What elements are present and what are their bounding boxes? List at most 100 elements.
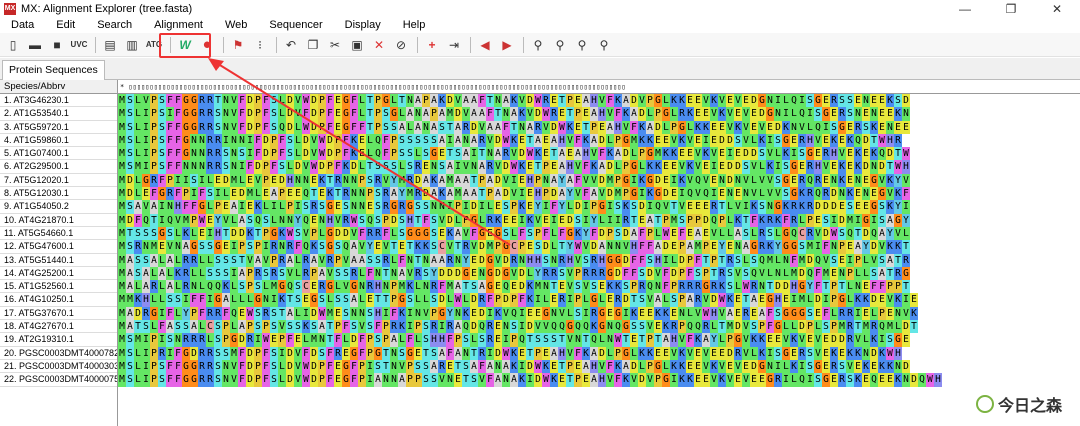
mark-icon[interactable]: ⁝: [250, 35, 270, 55]
copy-icon[interactable]: ❐: [303, 35, 323, 55]
sequence-name[interactable]: 8. AT5G12030.1: [0, 187, 117, 201]
sequence-row[interactable]: MATSLFASSALCSPLAPSPSVSSKSATPFSVSFPRKIPSR…: [118, 320, 1080, 334]
residue: E: [822, 94, 830, 108]
menu-alignment[interactable]: Alignment: [143, 19, 214, 31]
find-next-icon[interactable]: ⚲: [572, 35, 592, 55]
menu-edit[interactable]: Edit: [45, 19, 86, 31]
sequence-row[interactable]: MMKHLLSSIFFIGALLLGNIKTSEGSLSSALETTPGSLLS…: [118, 293, 1080, 307]
residue: S: [870, 266, 878, 281]
menu-sequencer[interactable]: Sequencer: [258, 19, 333, 31]
sequence-row[interactable]: MSLIPSFFGGRRSNVFDPFSLDVWDPFEGFPISTNVPSSA…: [118, 359, 1080, 374]
sequence-name[interactable]: 7. AT5G12020.1: [0, 174, 117, 188]
menu-help[interactable]: Help: [392, 19, 437, 31]
sequence-row[interactable]: MASSALALRRLLSSSTVAVPRALRAVRPVAASSRLFNTNA…: [118, 253, 1080, 267]
residue: I: [142, 333, 150, 347]
sequence-name[interactable]: 14. AT4G25200.1: [0, 267, 117, 281]
residue: P: [574, 293, 582, 307]
sequence-row[interactable]: MDLEFGRFPIFSILEDMLEAPEEQTEKTRNNPSRAYMRDA…: [118, 187, 1080, 201]
menu-web[interactable]: Web: [214, 19, 258, 31]
residue: K: [222, 280, 230, 294]
residue: S: [214, 120, 222, 134]
residue: R: [710, 280, 718, 294]
sequence-row[interactable]: MADRGIFLYPFRRFQEWSRSTALIDWMESNNSHIFKINVP…: [118, 306, 1080, 321]
flag-icon[interactable]: ⚑: [228, 35, 248, 55]
sequence-row[interactable]: MASALALKRLLSSSIAPRSRSVLRPAVSSRLFNTNAVRSY…: [118, 266, 1080, 281]
translate-icon[interactable]: ▤: [100, 35, 120, 55]
sequence-name[interactable]: 13. AT5G51440.1: [0, 254, 117, 267]
paste-icon[interactable]: ▣: [347, 35, 367, 55]
sequence-row[interactable]: MTSSSGSLKLEIHTDDKTPGKWSVPLGDDVFRRFLSGGGS…: [118, 226, 1080, 241]
undo-icon[interactable]: ↶: [281, 35, 301, 55]
maximize-button[interactable]: ❐: [988, 0, 1034, 17]
sequence-row[interactable]: MDLGRFPIISILEDMLEVPEDHNNEKTRNNPSRVYMRDAK…: [118, 173, 1080, 188]
sequence-name[interactable]: 21. PGSC0003DMT400030381: [0, 360, 117, 374]
sequence-name[interactable]: 2. AT1G53540.1: [0, 107, 117, 121]
sequence-row[interactable]: MSLIPSIFGGRRSNVFDPFSLDVFDPFEGFLTPSGLANAP…: [118, 107, 1080, 121]
residue: N: [518, 120, 526, 134]
prev-icon[interactable]: ◀: [475, 35, 495, 55]
close-button[interactable]: ✕: [1034, 0, 1080, 17]
residue: I: [534, 293, 542, 307]
sequence-name[interactable]: 4. AT1G59860.1: [0, 134, 117, 148]
sequence-name[interactable]: 10. AT4G21870.1: [0, 214, 117, 227]
sequence-row[interactable]: MSLIPSFFGGRRSNVFDPFSQDLWDPFEGFFTPSSALANA…: [118, 120, 1080, 134]
sequence-name[interactable]: 11. AT5G54660.1: [0, 227, 117, 241]
sequence-name[interactable]: 9. AT1G54050.2: [0, 200, 117, 214]
find-motif-icon[interactable]: ⚲: [594, 35, 614, 55]
sequence-row[interactable]: MSRNMEVNAGSSGEIPSPIRNRFQKSGSQAVYEVTETKKS…: [118, 240, 1080, 254]
sequence-row[interactable]: MSLVPSFFGGRRTNVFDPFSLDVWDPFEGFLTPGLTNAPA…: [118, 94, 1080, 108]
sequence-name[interactable]: 20. PGSC0003DMT400078205: [0, 347, 117, 360]
next-icon[interactable]: ▶: [497, 35, 517, 55]
sequence-name[interactable]: 19. AT2G19310.1: [0, 333, 117, 347]
residue: R: [486, 213, 494, 227]
sequence-row[interactable]: MSAVAINHFFGLPEAIEKLILPISRSGESNNESRGRGSSN…: [118, 200, 1080, 214]
sequence-name[interactable]: 18. AT4G27670.1: [0, 320, 117, 334]
residue: N: [350, 306, 358, 321]
sequence-name[interactable]: 3. AT5G59720.1: [0, 121, 117, 134]
residue: R: [838, 306, 846, 321]
sequence-row[interactable]: MSMIPSFFNNNRRSNIFDPFSLDVWDPFKDLTSSSLSREN…: [118, 160, 1080, 174]
sequence-name[interactable]: 12. AT5G47600.1: [0, 240, 117, 254]
uvc-icon[interactable]: UVC: [69, 35, 89, 55]
residue: V: [710, 226, 718, 241]
residue: V: [670, 133, 678, 148]
sequence-name[interactable]: 16. AT4G10250.1: [0, 293, 117, 307]
sequence-name[interactable]: 17. AT5G37670.1: [0, 307, 117, 321]
menu-display[interactable]: Display: [334, 19, 392, 31]
cut-icon[interactable]: ✂: [325, 35, 345, 55]
sequence-name[interactable]: 22. PGSC0003DMT400007581: [0, 373, 117, 387]
sequence-name[interactable]: 6. AT2G29500.1: [0, 160, 117, 174]
add-icon[interactable]: +: [422, 35, 442, 55]
import-icon[interactable]: ⇥: [444, 35, 464, 55]
residue: L: [750, 133, 758, 148]
sequence-row[interactable]: MSMIPISNRRRLSPGDRIWEPFELMNTFLDFPSPALFLSH…: [118, 333, 1080, 347]
menu-data[interactable]: Data: [0, 19, 45, 31]
sequence-row[interactable]: MALARLALRNLQQKLSPSLMGQSCERGLVGNRHNPMKLNR…: [118, 280, 1080, 294]
residue: D: [814, 293, 822, 307]
residue: P: [454, 333, 462, 347]
columns-icon[interactable]: ▥: [122, 35, 142, 55]
sequence-row[interactable]: MSLIPSFFGGRRSNVFDPFSLDVWDPFEGFPIANNAPPSS…: [118, 373, 1080, 387]
residue: S: [270, 107, 278, 121]
residue: G: [878, 187, 886, 201]
find-icon[interactable]: ⚲: [528, 35, 548, 55]
minimize-button[interactable]: —: [942, 0, 988, 17]
sequence-row[interactable]: MSLIPSFFGNNRRSNSIFDPFSLDVWDPFKELQFPSSLSG…: [118, 147, 1080, 161]
residue: I: [182, 293, 190, 307]
new-file-icon[interactable]: ▯: [3, 35, 23, 55]
sequence-row[interactable]: MSLIPRIFGDRRSSMFDPFSIDVFDSFREGFPGTNSGETS…: [118, 346, 1080, 360]
sequence-row[interactable]: MSLIPSFFGNNRRINNIFDPFSLDVWDPFKELQFPSSSSS…: [118, 133, 1080, 148]
sequence-name[interactable]: 15. AT1G52560.1: [0, 280, 117, 294]
residue: H: [374, 280, 382, 294]
sequence-name[interactable]: 5. AT1G07400.1: [0, 147, 117, 161]
save-icon[interactable]: ■: [47, 35, 67, 55]
find-prev-icon[interactable]: ⚲: [550, 35, 570, 55]
tab-protein-sequences[interactable]: Protein Sequences: [2, 60, 105, 80]
delete-icon[interactable]: ✕: [369, 35, 389, 55]
menu-search[interactable]: Search: [86, 19, 143, 31]
residue: Y: [902, 213, 910, 227]
sequence-row[interactable]: MDFQTIQVMPWEYVLASQSLNNYQENHVRWSQSPDSHTFS…: [118, 213, 1080, 227]
open-folder-icon[interactable]: ▬: [25, 35, 45, 55]
block-icon[interactable]: ⊘: [391, 35, 411, 55]
sequence-name[interactable]: 1. AT3G46230.1: [0, 94, 117, 108]
